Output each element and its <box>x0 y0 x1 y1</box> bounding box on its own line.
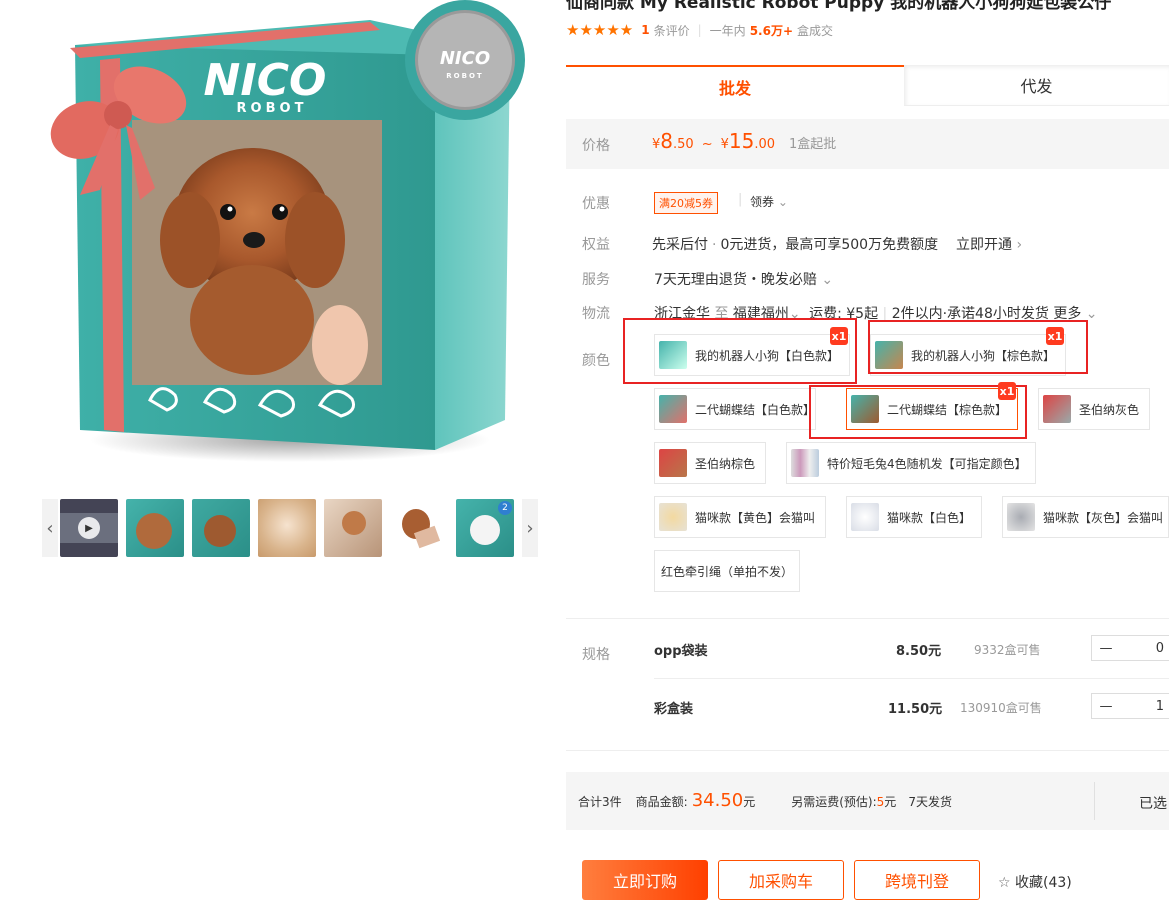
spec-row: 彩盒装 11.50元 130910盒可售 — 1 <box>654 678 1169 736</box>
gallery-thumb-3[interactable] <box>192 499 250 557</box>
price-high: 15 <box>728 129 755 153</box>
logistics-label: 物流 <box>582 306 610 322</box>
selection-highlight-frame <box>809 385 1027 439</box>
gallery-prev-arrow[interactable]: ‹ <box>42 499 58 557</box>
color-label: 颜色 <box>582 353 610 369</box>
spec-price: 11.50元 <box>888 701 943 717</box>
rating-stars: ★★★★★ <box>566 21 634 39</box>
gallery-thumb-6[interactable] <box>390 499 448 557</box>
price-label: 价格 <box>582 138 610 154</box>
review-count[interactable]: 1 <box>641 23 649 37</box>
color-option-stbernard-brown[interactable]: 圣伯纳棕色 <box>654 442 766 484</box>
gallery-thumb-7[interactable]: 2 <box>456 499 514 557</box>
color-option-bow-white[interactable]: 二代蝴蝶结【白色款】 <box>654 388 816 430</box>
main-product-image[interactable]: NICO ROBOT NICO ROBOT <box>40 0 540 470</box>
star-icon: ☆ <box>998 875 1011 891</box>
sales-value: 5.6万+ <box>749 23 794 38</box>
decrement-button[interactable]: — <box>1092 641 1120 656</box>
spec-price: 8.50元 <box>896 643 942 659</box>
spec-name: 彩盒装 <box>654 701 694 717</box>
total-count: 合计3件 <box>578 795 622 809</box>
quantity-stepper: — 0 <box>1091 635 1169 661</box>
service-dropdown[interactable]: 7天无理由退货・晚发必赔 ⌄ <box>654 269 833 289</box>
order-summary: 合计3件 商品金额: 34.50 元 另需运费(预估): 5 元 7天发货 已选 <box>566 772 1169 830</box>
color-option-leash[interactable]: 红色牵引绳（单拍不发） <box>654 550 800 592</box>
chevron-down-icon: ⌄ <box>777 195 788 209</box>
review-unit[interactable]: 条评价 <box>654 22 690 39</box>
claim-coupon-link[interactable]: 领券 ⌄ <box>750 193 788 210</box>
play-icon: ▶ <box>78 517 100 539</box>
section-divider <box>566 750 1169 751</box>
shipping-amount: 5 <box>876 795 885 809</box>
option-thumb <box>1007 503 1035 531</box>
service-label: 服务 <box>582 272 610 288</box>
rating-row: ★★★★★ 1 条评价 | 一年内 5.6万+ 盒成交 <box>566 21 834 39</box>
quantity-stepper: — 1 <box>1091 693 1169 719</box>
option-thumb <box>659 503 687 531</box>
shipping-label: 另需运费(预估): <box>791 795 877 809</box>
add-to-cart-button[interactable]: 加采购车 <box>718 860 844 900</box>
buy-now-button[interactable]: 立即订购 <box>582 860 708 900</box>
option-thumb <box>659 395 687 423</box>
benefit-text: 先采后付 · 0元进货，最高可享500万免费额度 <box>652 237 939 253</box>
quantity-input[interactable]: 1 <box>1120 699 1169 714</box>
chevron-right-icon: › <box>1016 237 1023 253</box>
coupon-badge[interactable]: 满20减5券 <box>654 192 718 214</box>
amount-label: 商品金额: <box>635 795 688 809</box>
svg-text:ROBOT: ROBOT <box>446 72 483 80</box>
option-thumb <box>851 503 879 531</box>
gallery-thumb-2[interactable] <box>126 499 184 557</box>
ship-time: 7天发货 <box>908 795 952 809</box>
gallery-thumb-5[interactable] <box>324 499 382 557</box>
qty-badge: x1 <box>998 382 1016 400</box>
promo-label: 优惠 <box>582 196 610 212</box>
total-amount: 34.50 <box>691 790 744 811</box>
color-option-stbernard-gray[interactable]: 圣伯纳灰色 <box>1038 388 1150 430</box>
svg-text:ROBOT: ROBOT <box>237 101 308 116</box>
box-brand-text: NICO <box>204 55 327 106</box>
product-box-illustration: NICO ROBOT NICO ROBOT <box>50 0 525 462</box>
gallery-thumb-video[interactable]: ▶ <box>60 499 118 557</box>
color-option-cat-yellow[interactable]: 猫咪款【黄色】会猫叫 <box>654 496 826 538</box>
section-divider <box>566 618 1169 619</box>
qty-badge: x1 <box>1046 327 1064 345</box>
spec-stock: 130910盒可售 <box>960 700 1042 715</box>
chevron-down-icon: ⌄ <box>821 272 834 288</box>
tab-wholesale[interactable]: 批发 <box>566 65 904 107</box>
selected-items-toggle[interactable]: 已选 <box>1139 793 1167 813</box>
spec-row: opp袋装 8.50元 9332盒可售 — 0 <box>654 620 1169 678</box>
qty-badge: x1 <box>830 327 848 345</box>
quantity-input[interactable]: 0 <box>1120 641 1169 656</box>
svg-text:NICO: NICO <box>440 48 490 69</box>
gallery-next-arrow[interactable]: › <box>522 499 538 557</box>
color-option-cat-gray[interactable]: 猫咪款【灰色】会猫叫 <box>1002 496 1169 538</box>
spec-stock: 9332盒可售 <box>974 642 1041 657</box>
color-option-cat-white[interactable]: 猫咪款【白色】 <box>846 496 982 538</box>
min-order: 1盒起批 <box>789 137 837 152</box>
favorite-button[interactable]: ☆ 收藏(43) <box>998 872 1072 892</box>
product-title: 仙商同款 My Realistic Robot Puppy 我的机器人小狗狗延包… <box>566 0 1112 13</box>
decrement-button[interactable]: — <box>1092 699 1120 714</box>
spec-name: opp袋装 <box>654 643 708 659</box>
price-box: 价格 ¥ 8 .50 ~ ¥ 15 .00 1盒起批 <box>566 119 1169 169</box>
open-benefit-link[interactable]: 立即开通 › <box>956 234 1022 254</box>
price-low: 8 <box>660 129 674 153</box>
selection-highlight-frame <box>623 318 857 384</box>
benefit-label: 权益 <box>582 237 610 253</box>
spec-label: 规格 <box>582 647 610 663</box>
gallery-thumb-4[interactable] <box>258 499 316 557</box>
option-thumb <box>791 449 819 477</box>
tab-dropship[interactable]: 代发 <box>904 65 1169 106</box>
sales-unit: 盒成交 <box>797 23 834 38</box>
option-thumb <box>1043 395 1071 423</box>
purchase-tabs: 批发 代发 <box>566 65 1169 107</box>
thumb-badge: 2 <box>498 501 512 515</box>
sales-prefix: 一年内 <box>709 23 746 38</box>
color-option-bunny[interactable]: 特价短毛兔4色随机发【可指定颜色】 <box>786 442 1036 484</box>
cross-border-publish-button[interactable]: 跨境刊登 <box>854 860 980 900</box>
option-thumb <box>659 449 687 477</box>
price-range: ¥ 8 .50 ~ ¥ 15 .00 1盒起批 <box>652 129 837 153</box>
